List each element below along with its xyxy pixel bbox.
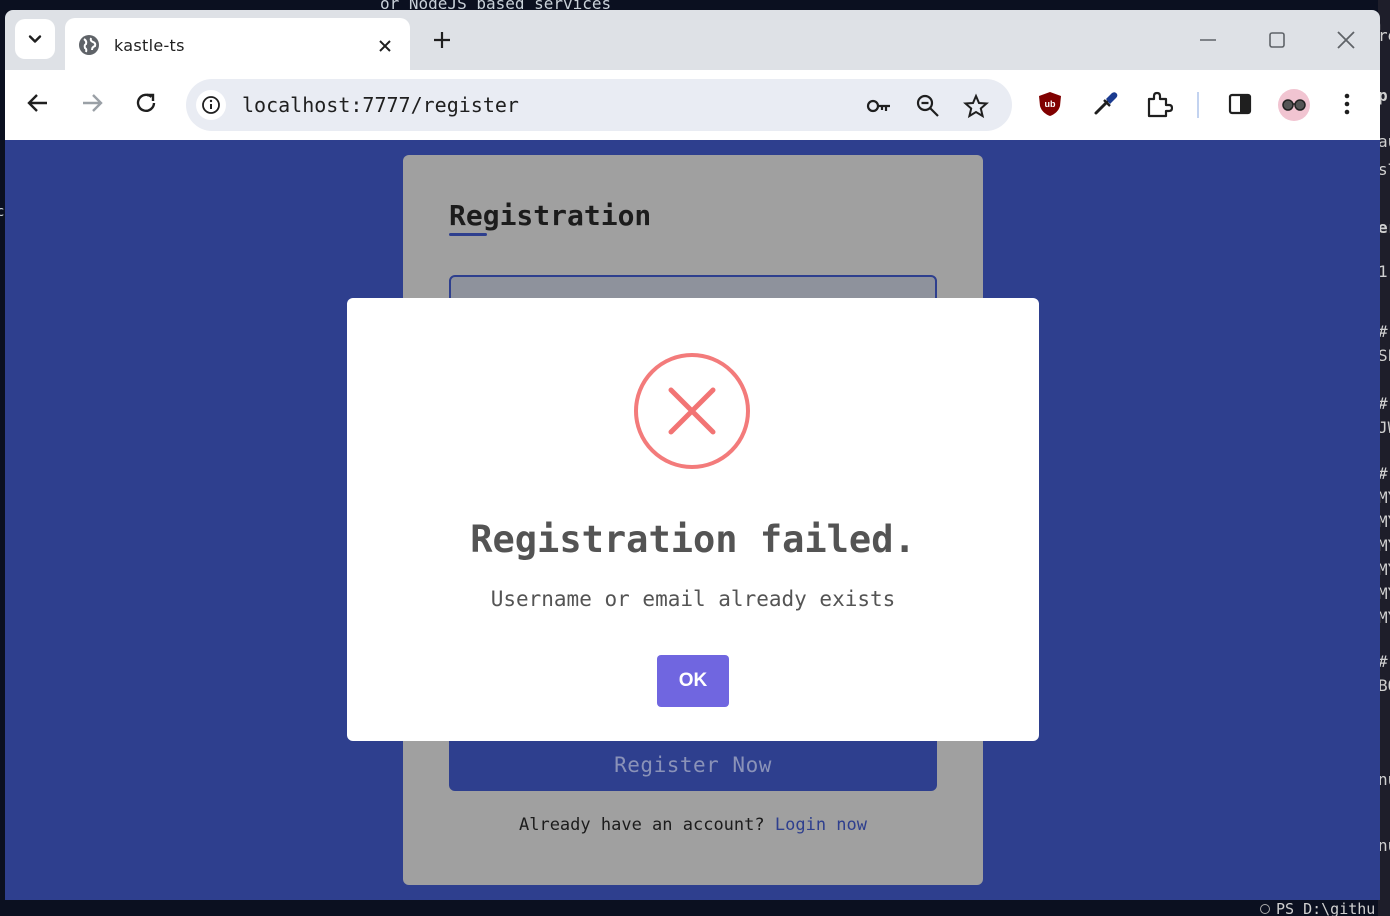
background-left-fragment: c xyxy=(0,204,5,220)
error-dialog: Registration failed. Username or email a… xyxy=(347,298,1039,741)
extensions-puzzle-icon[interactable] xyxy=(1145,90,1173,118)
error-x-icon xyxy=(634,353,750,469)
info-icon xyxy=(202,96,220,114)
back-button[interactable] xyxy=(25,90,51,116)
dialog-title: Registration failed. xyxy=(470,518,916,561)
browser-tab[interactable]: kastle-ts xyxy=(65,18,410,70)
reload-button[interactable] xyxy=(133,90,159,116)
browser-window: kastle-ts localhost:7777/register ub Reg… xyxy=(5,10,1380,900)
glasses-icon xyxy=(1282,99,1306,111)
ok-button[interactable]: OK xyxy=(657,655,729,707)
ublock-extension-icon[interactable]: ub xyxy=(1036,90,1064,118)
profile-avatar[interactable] xyxy=(1278,89,1310,121)
address-bar[interactable]: localhost:7777/register xyxy=(186,79,1012,131)
new-tab-button[interactable] xyxy=(430,28,454,52)
minimize-button[interactable] xyxy=(1196,28,1220,52)
tab-bar: kastle-ts xyxy=(5,10,1380,70)
more-menu-icon[interactable] xyxy=(1333,90,1361,118)
forward-button[interactable] xyxy=(79,90,105,116)
terminal-prompt: PS D:\githu xyxy=(1260,900,1375,916)
site-info-button[interactable] xyxy=(196,90,226,120)
terminal-circle-icon xyxy=(1260,904,1270,914)
toolbar-separator xyxy=(1197,92,1199,118)
dialog-message: Username or email already exists xyxy=(490,587,896,611)
tab-title: kastle-ts xyxy=(114,36,185,55)
page-content: Registration Register Now Already have a… xyxy=(5,140,1380,900)
close-icon[interactable] xyxy=(377,38,393,54)
globe-icon xyxy=(79,35,99,55)
bookmark-star-icon[interactable] xyxy=(963,93,989,119)
window-close-button[interactable] xyxy=(1334,28,1358,52)
key-icon[interactable] xyxy=(866,93,892,119)
svg-text:ub: ub xyxy=(1045,99,1056,109)
chevron-down-icon xyxy=(28,35,42,43)
tab-search-button[interactable] xyxy=(15,19,55,59)
url-text[interactable]: localhost:7777/register xyxy=(242,93,519,117)
zoom-icon[interactable] xyxy=(915,93,941,119)
eyedropper-extension-icon[interactable] xyxy=(1091,90,1119,118)
side-panel-icon[interactable] xyxy=(1226,90,1254,118)
browser-toolbar: localhost:7777/register ub xyxy=(5,70,1380,140)
maximize-button[interactable] xyxy=(1265,28,1289,52)
